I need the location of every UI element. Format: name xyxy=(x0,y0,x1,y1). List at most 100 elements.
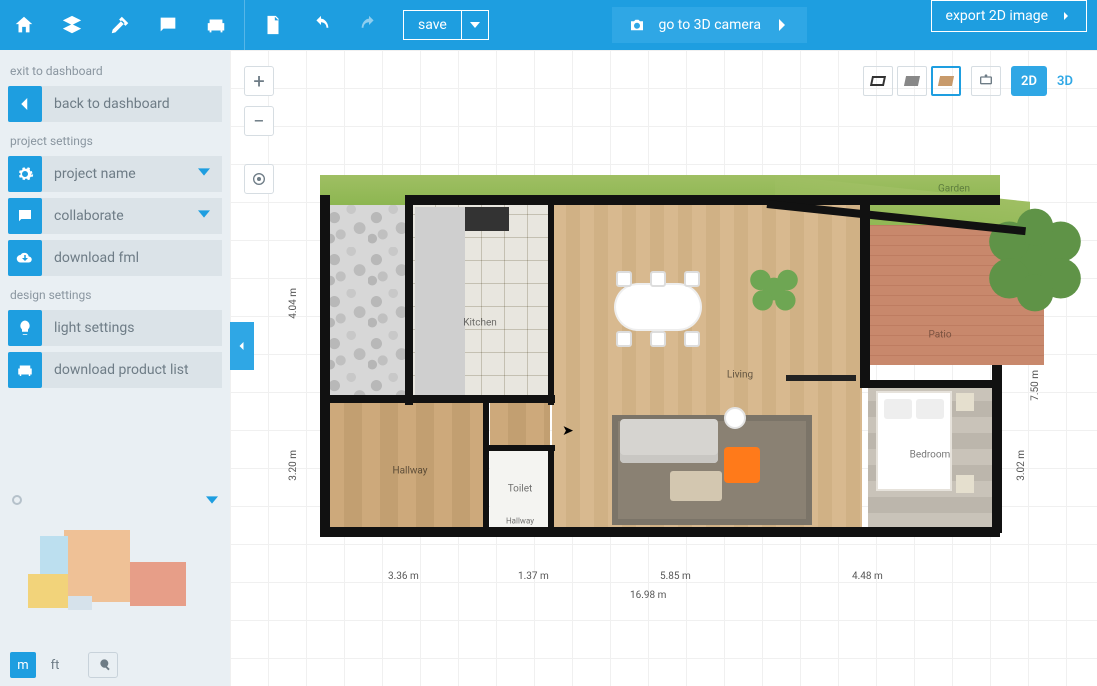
go-to-3d-camera-button[interactable]: go to 3D camera xyxy=(612,7,806,43)
wall[interactable] xyxy=(860,380,1000,388)
left-sidebar: exit to dashboard back to dashboard proj… xyxy=(0,50,230,686)
collaborate-item[interactable]: collaborate xyxy=(8,198,222,234)
style-textured-button[interactable] xyxy=(931,66,961,96)
tv-unit[interactable] xyxy=(786,375,856,381)
dimension-bot-3: 5.85 m xyxy=(660,571,691,582)
room-stone-patio[interactable] xyxy=(326,205,408,397)
wall[interactable] xyxy=(485,445,555,451)
redo-icon[interactable] xyxy=(345,0,393,50)
magic-wand-button[interactable] xyxy=(88,652,118,678)
coffee-table[interactable] xyxy=(670,471,722,501)
export-2d-image-button[interactable]: export 2D image xyxy=(931,0,1087,32)
floor-indicator-icon xyxy=(12,495,22,505)
divider xyxy=(244,0,245,50)
download-fml-item[interactable]: download fml xyxy=(8,240,222,276)
dining-table[interactable] xyxy=(616,285,700,329)
camera-button-label: go to 3D camera xyxy=(658,17,760,33)
mini-map-shape xyxy=(28,574,68,608)
chat-icon[interactable] xyxy=(144,0,192,50)
furniture-icon[interactable] xyxy=(192,0,240,50)
unit-meters-button[interactable]: m xyxy=(10,652,36,678)
wall[interactable] xyxy=(405,195,1000,205)
kitchen-stove[interactable] xyxy=(465,207,509,231)
zoom-in-button[interactable]: + xyxy=(244,66,274,96)
center-view-button[interactable] xyxy=(244,164,274,194)
zoom-out-button[interactable]: − xyxy=(244,106,274,136)
chat-icon xyxy=(8,198,42,234)
style-shaded-button[interactable] xyxy=(897,66,927,96)
dimension-bot-4: 4.48 m xyxy=(852,571,883,582)
dining-chair[interactable] xyxy=(616,271,632,287)
kitchen-counter[interactable] xyxy=(415,207,465,397)
dining-chair[interactable] xyxy=(684,271,700,287)
furniture-icon xyxy=(8,352,42,388)
round-side-table[interactable] xyxy=(724,407,746,429)
style-outline-button[interactable] xyxy=(863,66,893,96)
save-button-group: save xyxy=(403,0,489,50)
light-settings-item[interactable]: light settings xyxy=(8,310,222,346)
chevron-down-icon[interactable] xyxy=(206,494,218,506)
dining-chair[interactable] xyxy=(650,331,666,347)
collaborate-label: collaborate xyxy=(42,208,198,224)
section-label-project: project settings xyxy=(8,128,222,150)
wall[interactable] xyxy=(860,205,870,385)
layers-icon[interactable] xyxy=(48,0,96,50)
wall[interactable] xyxy=(483,403,489,531)
room-corridor[interactable] xyxy=(490,403,550,447)
mini-map-shape xyxy=(64,530,130,602)
zoom-tool-column: + − xyxy=(244,66,274,194)
nightstand[interactable] xyxy=(956,393,974,411)
dimension-toggle: 2D 3D xyxy=(1011,66,1083,96)
dimension-bot-total: 16.98 m xyxy=(630,590,666,601)
light-settings-label: light settings xyxy=(42,320,222,336)
undo-icon[interactable] xyxy=(297,0,345,50)
plant-icon[interactable] xyxy=(740,255,808,323)
chevron-down-icon xyxy=(198,208,222,224)
tree-icon[interactable] xyxy=(980,205,1090,315)
mini-map-header xyxy=(0,488,230,512)
collapse-sidebar-button[interactable] xyxy=(230,322,254,370)
home-icon[interactable] xyxy=(0,0,48,50)
chevron-right-icon xyxy=(1060,10,1072,22)
unit-feet-button[interactable]: ft xyxy=(42,652,68,678)
new-file-icon[interactable] xyxy=(249,0,297,50)
wall[interactable] xyxy=(992,365,1002,533)
display-settings-button[interactable] xyxy=(971,66,1001,96)
section-label-exit: exit to dashboard xyxy=(8,58,222,80)
wall[interactable] xyxy=(548,445,554,531)
dining-chair[interactable] xyxy=(616,331,632,347)
project-name-item[interactable]: project name xyxy=(8,156,222,192)
dimension-left-1: 4.04 m xyxy=(288,288,299,319)
nightstand[interactable] xyxy=(956,475,974,493)
wall[interactable] xyxy=(320,527,1000,537)
wall[interactable] xyxy=(320,195,330,535)
orange-armchair[interactable] xyxy=(724,447,760,483)
dimension-bot-1: 3.36 m xyxy=(388,571,419,582)
camera-icon xyxy=(628,16,646,34)
floorplan-canvas[interactable]: + − 2D 3D 1.92 m 3.54 m 5.85 m 4.48 m 3.… xyxy=(230,50,1097,686)
wall[interactable] xyxy=(320,395,555,403)
dining-chair[interactable] xyxy=(650,271,666,287)
gear-icon xyxy=(8,156,42,192)
build-icon[interactable] xyxy=(96,0,144,50)
room-label-hallway: Hallway xyxy=(392,466,427,477)
save-button[interactable]: save xyxy=(403,10,461,40)
topbar-center: go to 3D camera xyxy=(489,0,931,50)
room-label-hallway2: Hallway xyxy=(506,517,534,526)
download-fml-label: download fml xyxy=(42,250,222,266)
wall[interactable] xyxy=(548,205,554,405)
dimension-right-3: 3.02 m xyxy=(1016,450,1027,481)
view-2d-button[interactable]: 2D xyxy=(1011,66,1047,96)
view-3d-button[interactable]: 3D xyxy=(1047,66,1083,96)
floorplan-drawing[interactable]: Kitchen Living Hallway Toilet Hallway Be… xyxy=(320,175,1000,545)
download-product-list-item[interactable]: download product list xyxy=(8,352,222,388)
save-dropdown[interactable] xyxy=(461,10,489,40)
wall[interactable] xyxy=(405,195,413,405)
project-name-label: project name xyxy=(42,166,198,182)
living-sofa[interactable] xyxy=(620,419,718,463)
bed[interactable] xyxy=(876,391,952,491)
back-to-dashboard-button[interactable]: back to dashboard xyxy=(8,86,222,122)
export-button-label: export 2D image xyxy=(946,8,1048,24)
dining-chair[interactable] xyxy=(684,331,700,347)
floor-mini-map[interactable] xyxy=(0,488,230,638)
